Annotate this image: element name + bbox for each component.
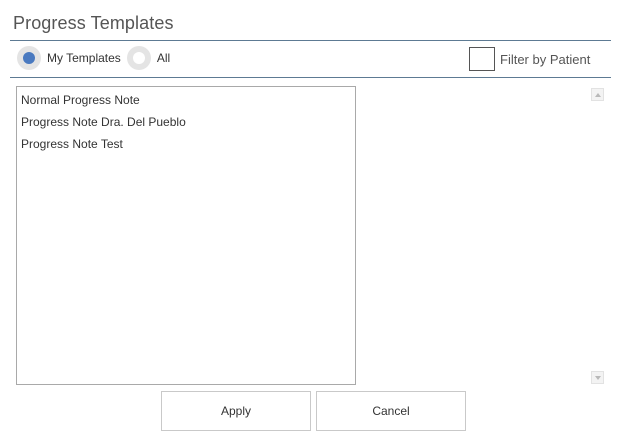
radio-all-circle[interactable] [126, 46, 151, 70]
radio-all[interactable]: All [126, 46, 171, 70]
page-title: Progress Templates [13, 13, 174, 33]
radio-all-label: All [156, 51, 171, 65]
filter-by-patient-checkbox[interactable] [469, 47, 495, 71]
toolbar-divider [10, 77, 611, 78]
list-item[interactable]: Progress Note Dra. Del Pueblo [17, 111, 355, 133]
scroll-up-button[interactable] [591, 88, 604, 101]
chevron-down-icon [594, 375, 601, 380]
header-divider [10, 40, 611, 41]
radio-selected-dot [23, 52, 35, 64]
scroll-down-button[interactable] [591, 371, 604, 384]
chevron-up-icon [594, 92, 601, 97]
radio-my-templates-circle[interactable] [17, 46, 41, 70]
list-item[interactable]: Normal Progress Note [17, 89, 355, 111]
filter-by-patient-label: Filter by Patient [500, 51, 591, 67]
radio-unselected-dot [132, 52, 145, 64]
apply-button[interactable]: Apply [161, 391, 311, 431]
list-item[interactable]: Progress Note Test [17, 133, 355, 155]
radio-my-templates[interactable]: My Templates [17, 46, 121, 70]
filter-by-patient[interactable]: Filter by Patient [469, 47, 590, 71]
cancel-button[interactable]: Cancel [316, 391, 466, 431]
template-scope-radio-group: My Templates All [17, 45, 176, 71]
templates-list[interactable]: Normal Progress Note Progress Note Dra. … [16, 86, 356, 385]
progress-templates-dialog: Progress Templates My Templates All Filt… [0, 0, 618, 447]
radio-my-templates-label: My Templates [47, 51, 121, 65]
